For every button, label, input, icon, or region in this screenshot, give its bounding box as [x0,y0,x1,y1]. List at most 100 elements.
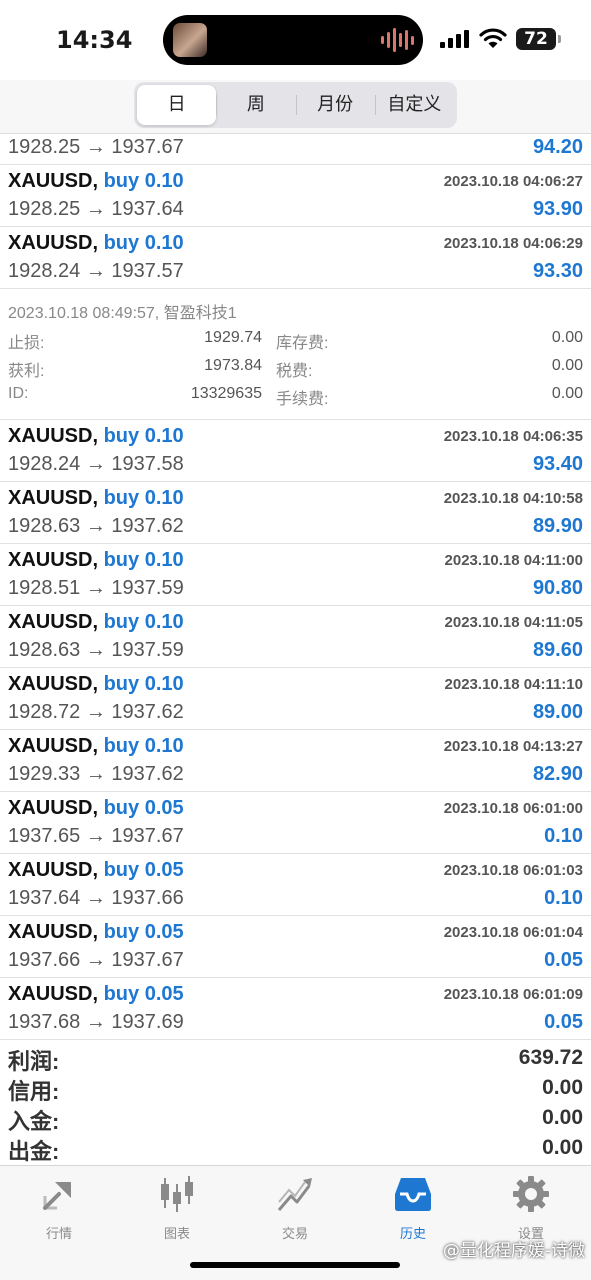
deal-row[interactable]: XAUUSD, buy 0.10 2023.10.18 04:11:00 1928.… [0,544,591,606]
deal-symbol: XAUUSD, [8,673,99,695]
segment-week[interactable]: 周 [216,85,295,125]
watermark: @量化程序媛-诗微 [442,1241,585,1261]
deal-side: buy 0.10 [103,170,184,192]
detail-label: 获利: [8,363,45,380]
deal-symbol: XAUUSD, [8,611,99,633]
deal-prices: 1928.25 → 1937.64 [8,198,184,220]
detail-value: 0.00 [551,329,583,346]
total-row-withdrawal: 出金: 0.00 [0,1134,591,1164]
deal-symbol-line: XAUUSD, buy 0.05 [8,921,184,944]
tab-label: 交易 [281,1227,308,1242]
detail-value: 13329635 [190,385,262,402]
deals-list: 1928.25 → 1937.67 94.20 XAUUSD, buy 0.10… [0,134,591,1040]
tab-quotes[interactable]: 行情 [0,1174,118,1242]
deal-profit: 0.10 [544,825,583,847]
deal-symbol: XAUUSD, [8,797,99,819]
deal-datetime: 2023.10.18 06:01:03 [443,862,583,879]
history-icon [395,1178,431,1211]
deal-side: buy 0.05 [103,797,184,819]
deal-datetime: 2023.10.18 04:11:10 [444,676,583,693]
deal-prices: 1937.64 → 1937.66 [8,887,184,909]
deal-side: buy 0.10 [103,673,184,695]
status-time: 14:34 [56,26,133,54]
deal-profit: 0.05 [544,1011,583,1033]
now-playing-thumbnail [173,23,207,57]
totals-summary: 利润: 639.72 信用: 0.00 入金: 0.00 出金: 0.00 [0,1044,591,1164]
deal-prices: 1928.25 → 1937.67 [8,136,184,158]
dynamic-island[interactable] [163,15,423,65]
total-value: 639.72 [518,1046,583,1069]
deal-symbol-line: XAUUSD, buy 0.10 [8,232,184,255]
wifi-icon [479,28,507,48]
deal-datetime: 2023.10.18 04:06:35 [443,428,583,445]
deal-datetime: 2023.10.18 04:13:27 [443,738,583,755]
deal-side: buy 0.10 [103,232,184,254]
deal-row[interactable]: XAUUSD, buy 0.10 2023.10.18 04:10:58 1928.… [0,482,591,544]
deal-row[interactable]: XAUUSD, buy 0.10 2023.10.18 04:11:10 1928.… [0,668,591,730]
deal-row[interactable]: XAUUSD, buy 0.05 2023.10.18 06:01:09 1937.… [0,978,591,1040]
deal-symbol: XAUUSD, [8,425,99,447]
deal-prices: 1928.24 → 1937.57 [8,260,184,282]
total-row-profit: 利润: 639.72 [0,1044,591,1074]
deal-profit: 0.05 [544,949,583,971]
deal-prices: 1937.66 → 1937.67 [8,949,184,971]
deal-datetime: 2023.10.18 06:01:09 [443,986,583,1003]
deal-symbol: XAUUSD, [8,232,99,254]
tab-chart[interactable]: 图表 [118,1174,236,1242]
deal-row[interactable]: XAUUSD, buy 0.10 2023.10.18 04:11:05 1928.… [0,606,591,668]
deal-datetime: 2023.10.18 04:06:27 [443,173,583,190]
deal-symbol: XAUUSD, [8,487,99,509]
total-value: 0.00 [542,1076,583,1099]
tab-trade[interactable]: 交易 [236,1174,354,1242]
deal-symbol-line: XAUUSD, buy 0.05 [8,859,184,882]
segment-month[interactable]: 月份 [295,85,375,125]
total-value: 0.00 [542,1136,583,1159]
deal-profit: 90.80 [532,577,583,599]
deal-row[interactable]: XAUUSD, buy 0.10 2023.10.18 04:06:35 1928.… [0,420,591,482]
deal-symbol: XAUUSD, [8,170,99,192]
deal-row[interactable]: XAUUSD, buy 0.10 2023.10.18 04:13:27 1929.… [0,730,591,792]
tab-settings[interactable]: 设置 [472,1174,590,1242]
deal-symbol: XAUUSD, [8,859,99,881]
deal-symbol-line: XAUUSD, buy 0.10 [8,611,184,634]
deal-row[interactable]: XAUUSD, buy 0.05 2023.10.18 06:01:00 1937.… [0,792,591,854]
deal-profit: 94.20 [532,136,583,158]
tab-label: 图表 [163,1227,190,1242]
deal-profit: 93.30 [532,260,583,282]
deal-datetime: 2023.10.18 04:10:58 [443,490,583,507]
deal-side: buy 0.05 [103,921,184,943]
deal-symbol: XAUUSD, [8,735,99,757]
period-segmented-control: 日 周 月份 自定义 [134,82,457,128]
deal-side: buy 0.05 [103,983,184,1005]
total-value: 0.00 [542,1106,583,1129]
deal-datetime: 2023.10.18 04:11:05 [444,614,583,631]
deal-row[interactable]: XAUUSD, buy 0.05 2023.10.18 06:01:04 1937.… [0,916,591,978]
deal-row[interactable]: XAUUSD, buy 0.05 2023.10.18 06:01:03 1937.… [0,854,591,916]
detail-header: 2023.10.18 08:49:57, 智盈科技1 [8,305,237,322]
deal-symbol: XAUUSD, [8,921,99,943]
deal-row[interactable]: XAUUSD, buy 0.10 2023.10.18 04:06:29 192… [0,227,591,289]
detail-value: 0.00 [551,357,583,374]
status-bar: 14:34 72 [0,0,591,80]
total-label: 利润: [8,1049,60,1074]
detail-label: 税费: [276,363,313,380]
deal-prices: 1937.68 → 1937.69 [8,1011,184,1033]
deal-symbol: XAUUSD, [8,549,99,571]
deal-symbol-line: XAUUSD, buy 0.05 [8,797,184,820]
tab-history[interactable]: 历史 [354,1174,472,1242]
deal-detail-panel[interactable]: 2023.10.18 08:49:57, 智盈科技1 止损: 1929.74 库… [0,289,591,420]
total-label: 出金: [8,1139,60,1164]
deal-side: buy 0.10 [103,611,184,633]
deal-row[interactable]: XAUUSD, buy 0.10 2023.10.18 04:06:27 192… [0,165,591,227]
deal-symbol-line: XAUUSD, buy 0.10 [8,170,184,193]
deal-prices: 1928.72 → 1937.62 [8,701,184,723]
deal-row-partial[interactable]: 1928.25 → 1937.67 94.20 [0,134,591,165]
total-label: 信用: [8,1079,60,1104]
segment-custom[interactable]: 自定义 [374,85,454,125]
cellular-signal-icon [440,30,469,48]
segment-day[interactable]: 日 [137,85,217,125]
audio-wave-icon [381,27,414,53]
trade-icon [277,1178,312,1211]
home-indicator[interactable] [190,1262,400,1268]
deal-side: buy 0.10 [103,425,184,447]
